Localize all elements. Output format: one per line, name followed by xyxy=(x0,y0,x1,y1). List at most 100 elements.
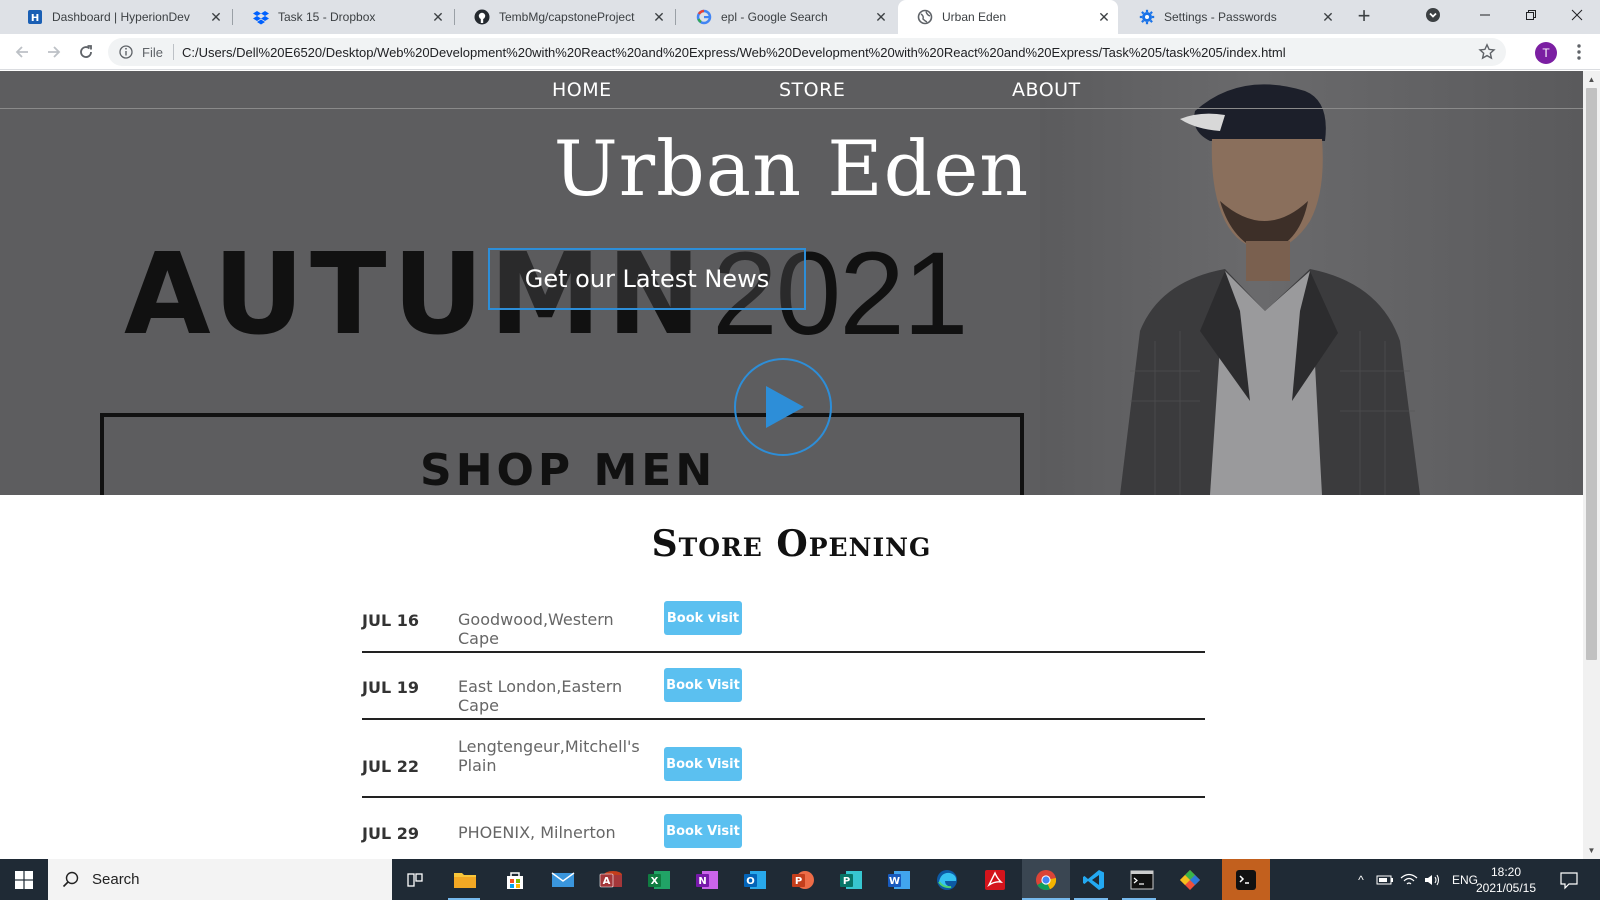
excel-icon[interactable]: X xyxy=(644,865,674,895)
divider xyxy=(172,44,174,60)
clock-date: 2021/05/15 xyxy=(1475,881,1537,895)
acrobat-icon[interactable] xyxy=(980,865,1010,895)
profile-avatar[interactable]: T xyxy=(1535,42,1557,64)
back-button[interactable] xyxy=(10,40,34,64)
event-location: PHOENIX, Milnerton xyxy=(458,823,616,842)
tab-google-search[interactable]: epl - Google Search ✕ xyxy=(677,0,895,34)
close-icon[interactable]: ✕ xyxy=(1096,9,1112,25)
chevron-up-icon[interactable]: ^ xyxy=(1352,873,1370,887)
book-visit-button[interactable]: Book visit xyxy=(664,601,742,635)
book-visit-button[interactable]: Book Visit xyxy=(664,747,742,781)
close-window-button[interactable] xyxy=(1554,0,1600,30)
scheme-label: File xyxy=(142,44,163,60)
svg-text:X: X xyxy=(651,876,659,887)
svg-text:W: W xyxy=(889,876,900,887)
hyperiondev-icon: H xyxy=(27,9,43,25)
scroll-up-arrow-icon[interactable]: ▲ xyxy=(1583,71,1600,88)
search-icon xyxy=(62,871,79,887)
file-explorer-icon[interactable] xyxy=(450,865,480,895)
svg-text:P: P xyxy=(843,876,850,887)
terminal-icon[interactable] xyxy=(1127,865,1157,895)
store-opening-title: Store Opening xyxy=(651,523,932,565)
hero-section: AUTUMN 2021 SHOP MEN HOME STORE ABOUT Ur… xyxy=(0,71,1583,495)
start-button[interactable] xyxy=(0,859,48,900)
event-date: JUL 19 xyxy=(362,678,419,697)
arrow-right-icon xyxy=(48,46,61,58)
mail-icon[interactable] xyxy=(548,865,578,895)
new-tab-button[interactable]: + xyxy=(1352,5,1376,29)
close-icon[interactable]: ✕ xyxy=(430,9,446,25)
site-nav: HOME STORE ABOUT xyxy=(0,71,1583,109)
tab-title: Urban Eden xyxy=(942,10,1007,24)
scroll-down-arrow-icon[interactable]: ▼ xyxy=(1583,842,1600,859)
reload-icon xyxy=(80,45,92,58)
battery-icon[interactable] xyxy=(1376,873,1394,887)
tab-settings-passwords[interactable]: Settings - Passwords ✕ xyxy=(1120,0,1342,34)
clock-time: 18:20 xyxy=(1490,865,1522,879)
row-divider xyxy=(362,651,1205,653)
store-icon[interactable] xyxy=(500,865,530,895)
banner-cta: SHOP MEN xyxy=(420,445,717,495)
nav-about[interactable]: ABOUT xyxy=(1012,79,1081,101)
edge-icon[interactable] xyxy=(932,865,962,895)
latest-news-button[interactable]: Get our Latest News xyxy=(488,248,806,310)
tab-title: Task 15 - Dropbox xyxy=(278,10,376,24)
book-visit-button[interactable]: Book Visit xyxy=(664,668,742,702)
publisher-icon[interactable]: P xyxy=(836,865,866,895)
forward-button[interactable] xyxy=(42,40,66,64)
git-icon[interactable] xyxy=(1175,865,1205,895)
access-icon[interactable]: A xyxy=(596,865,626,895)
chrome-icon[interactable] xyxy=(1031,865,1061,895)
tab-search-button[interactable] xyxy=(1418,0,1448,30)
nav-home[interactable]: HOME xyxy=(552,79,612,101)
search-placeholder: Search xyxy=(92,871,140,888)
close-icon[interactable]: ✕ xyxy=(873,9,889,25)
menu-kebab-icon[interactable] xyxy=(1569,42,1589,62)
windows-logo-icon xyxy=(15,870,33,889)
wifi-icon[interactable] xyxy=(1400,873,1418,887)
info-icon[interactable] xyxy=(118,44,134,60)
scroll-thumb[interactable] xyxy=(1586,88,1597,660)
taskbar-clock[interactable]: 18:20 2021/05/15 xyxy=(1470,864,1542,896)
event-date: JUL 22 xyxy=(362,757,419,776)
tab-urban-eden[interactable]: Urban Eden ✕ xyxy=(898,0,1118,34)
url-text[interactable]: C:/Users/Dell%20E6520/Desktop/Web%20Deve… xyxy=(182,45,1286,60)
taskbar-search[interactable]: Search xyxy=(48,859,392,900)
word-icon[interactable]: W xyxy=(884,865,914,895)
book-visit-button[interactable]: Book Visit xyxy=(664,814,742,848)
address-bar[interactable]: File C:/Users/Dell%20E6520/Desktop/Web%2… xyxy=(108,38,1506,66)
notification-icon[interactable] xyxy=(1554,865,1584,895)
tab-separator xyxy=(232,9,233,25)
close-icon[interactable]: ✕ xyxy=(651,9,667,25)
browser-toolbar: File C:/Users/Dell%20E6520/Desktop/Web%2… xyxy=(0,34,1600,70)
task-view-icon[interactable] xyxy=(400,865,430,895)
tab-dropbox[interactable]: Task 15 - Dropbox ✕ xyxy=(234,0,452,34)
outlook-icon[interactable]: O xyxy=(740,865,770,895)
powerpoint-icon[interactable]: P xyxy=(788,865,818,895)
play-button[interactable] xyxy=(734,358,832,456)
bash-icon[interactable] xyxy=(1231,865,1261,895)
svg-text:N: N xyxy=(698,876,706,887)
onenote-icon[interactable]: N xyxy=(692,865,722,895)
page-scrollbar[interactable]: ▲ ▼ xyxy=(1583,71,1600,859)
page-viewport: AUTUMN 2021 SHOP MEN HOME STORE ABOUT Ur… xyxy=(0,71,1583,859)
minimize-button[interactable] xyxy=(1462,0,1508,30)
reload-button[interactable] xyxy=(74,40,98,64)
nav-store[interactable]: STORE xyxy=(779,79,845,101)
google-icon xyxy=(696,9,712,25)
close-icon xyxy=(1571,9,1583,21)
close-icon[interactable]: ✕ xyxy=(1320,9,1336,25)
event-date: JUL 29 xyxy=(362,824,419,843)
tab-github[interactable]: TembMg/capstoneProject ✕ xyxy=(455,0,673,34)
svg-text:H: H xyxy=(31,13,39,24)
bookmark-star-icon[interactable] xyxy=(1478,43,1496,61)
volume-icon[interactable] xyxy=(1424,873,1442,887)
restore-button[interactable] xyxy=(1508,0,1554,30)
tab-separator xyxy=(675,9,676,25)
tab-hyperiondev[interactable]: H Dashboard | HyperionDev ✕ xyxy=(8,0,230,34)
close-icon[interactable]: ✕ xyxy=(208,9,224,25)
row-divider xyxy=(362,718,1205,720)
vscode-icon[interactable] xyxy=(1079,865,1109,895)
page-title: Urban Eden xyxy=(553,124,1030,213)
svg-text:O: O xyxy=(746,876,755,887)
